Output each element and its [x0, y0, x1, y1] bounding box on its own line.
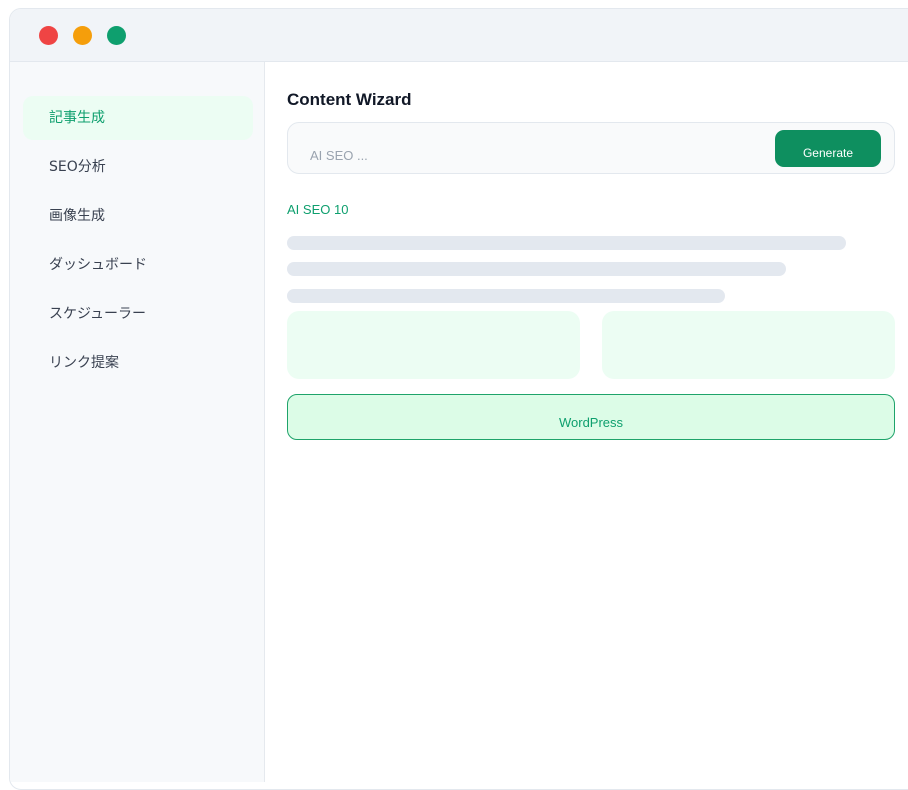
sidebar-item-dashboard[interactable]: ダッシュボード [23, 243, 253, 287]
app-window: 記事生成 SEO分析 画像生成 ダッシュボード スケジューラー リンク提案 Co… [9, 8, 908, 790]
title-bar [10, 9, 908, 62]
skeleton-line [287, 289, 725, 303]
sidebar: 記事生成 SEO分析 画像生成 ダッシュボード スケジューラー リンク提案 [10, 62, 265, 782]
main-content: Content Wizard AI SEO ... Generate AI SE… [265, 62, 908, 782]
minimize-window-button[interactable] [73, 26, 92, 45]
skeleton-line [287, 262, 786, 276]
wordpress-publish-button[interactable]: WordPress [287, 394, 895, 440]
sidebar-item-scheduler[interactable]: スケジューラー [23, 292, 253, 336]
prompt-input-value[interactable]: AI SEO ... [310, 148, 368, 163]
sidebar-item-link-suggestions[interactable]: リンク提案 [23, 341, 253, 385]
status-text: AI SEO 10 [287, 202, 349, 217]
maximize-window-button[interactable] [107, 26, 126, 45]
generate-button[interactable]: Generate [775, 130, 881, 167]
sidebar-item-article-generation[interactable]: 記事生成 [23, 96, 253, 140]
skeleton-line [287, 236, 846, 250]
sidebar-item-image-generation[interactable]: 画像生成 [23, 194, 253, 238]
sidebar-item-seo-analysis[interactable]: SEO分析 [23, 145, 253, 189]
result-card [287, 311, 580, 379]
close-window-button[interactable] [39, 26, 58, 45]
page-title: Content Wizard [287, 90, 412, 109]
result-card [602, 311, 895, 379]
prompt-input[interactable]: AI SEO ... Generate [287, 122, 895, 174]
